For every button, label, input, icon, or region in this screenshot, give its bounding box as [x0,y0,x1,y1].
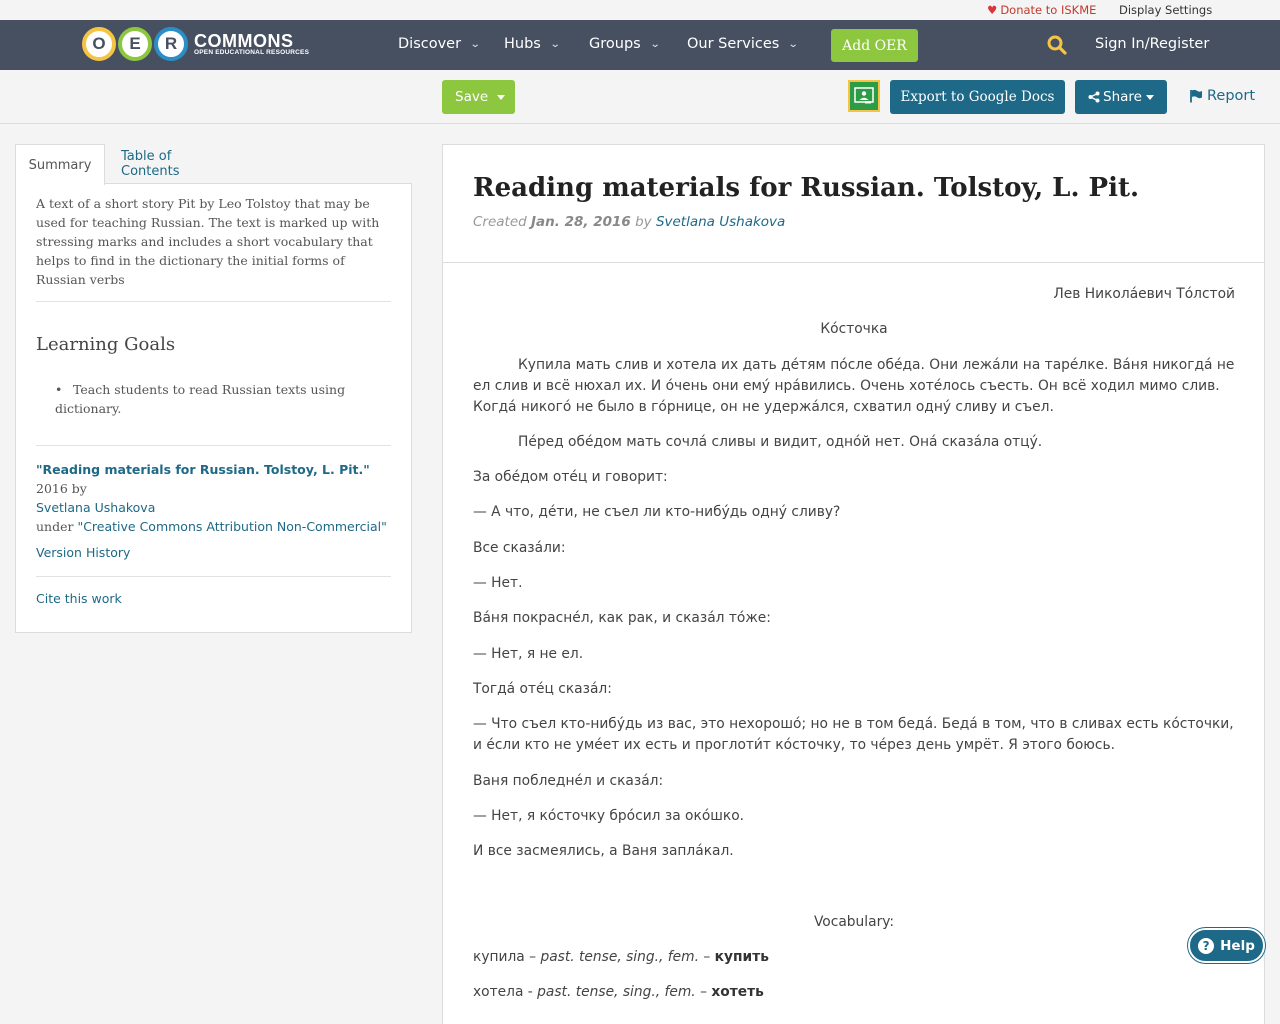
nav-discover[interactable]: Discover ⌄ [398,36,481,52]
save-button[interactable]: Save [442,80,515,114]
summary-panel: A text of a short story Pit by Leo Tolst… [15,183,412,633]
learning-goals-heading: Learning Goals [36,334,176,355]
story-paragraph: Ваня побледне́л и сказа́л: [473,773,664,789]
resource-content-panel: Reading materials for Russian. Tolstoy, … [442,144,1265,1024]
chevron-down-icon: ⌄ [649,38,661,50]
story-paragraph: И все засмеялись, а Ваня запла́кал. [473,843,734,859]
learning-goal-item: • Teach students to read Russian texts u… [55,382,346,416]
heart-icon: ♥ [987,3,998,17]
created-date: Jan. 28, 2016 [531,214,631,230]
sign-in-register-link[interactable]: Sign In/Register [1095,36,1209,52]
story-paragraph: — Что съел кто-нибу́дь из вас, это нехор… [473,716,1234,753]
story-author: Лев Никола́евич То́лстой [1053,286,1235,302]
chevron-down-icon: ⌄ [549,38,561,50]
story-paragraph: — Нет, я ко́сточку бро́сил за око́шко. [473,808,745,824]
caret-down-icon [497,94,506,100]
author-link[interactable]: Svetlana Ushakova [656,214,785,230]
report-link[interactable]: Report [1189,88,1255,104]
display-settings-link[interactable]: Display Settings [1119,3,1212,17]
google-classroom-icon[interactable] [848,80,880,112]
vocabulary-entry: хотела - past. tense, sing., fem. – хоте… [473,984,764,1000]
help-button[interactable]: ? Help [1188,928,1265,963]
page-title: Reading materials for Russian. Tolstoy, … [473,173,1140,203]
chevron-down-icon: ⌄ [788,38,799,50]
divider [36,445,391,446]
sidebar-tabs: Summary Table of Contents [15,144,412,185]
story-paragraph: Все сказа́ли: [473,540,566,556]
cite-this-work-link[interactable]: Cite this work [36,591,122,606]
resource-summary: A text of a short story Pit by Leo Tolst… [36,196,380,287]
logo-wordmark: COMMONS OPEN EDUCATIONAL RESOURCES [194,32,309,57]
divider [443,262,1264,263]
share-icon [1088,91,1100,103]
story-paragraph: — Нет, я не ел. [473,646,584,662]
logo-word: COMMONS [194,30,294,51]
donate-link[interactable]: ♥ Donate to ISKME [987,3,1096,17]
story-paragraph: — А что, де́ти, не съел ли кто-нибу́дь о… [473,504,841,520]
story-paragraph: Пе́ред обе́дом мать сочла́ сливы и видит… [518,434,1043,450]
export-google-docs-button[interactable]: Export to Google Docs [890,80,1065,114]
story-paragraph: Тогда́ оте́ц сказа́л: [473,681,612,697]
nav-hubs[interactable]: Hubs ⌄ [504,36,561,52]
nav-groups[interactable]: Groups ⌄ [589,36,661,52]
attribution-title-link[interactable]: "Reading materials for Russian. Tolstoy,… [36,462,370,477]
nav-our-services[interactable]: Our Services ⌄ [687,36,799,52]
tab-summary[interactable]: Summary [15,144,105,185]
version-history-link[interactable]: Version History [36,545,130,560]
license-link[interactable]: "Creative Commons Attribution Non-Commer… [77,519,386,534]
story-title: Ко́сточка [820,321,888,337]
flag-icon [1190,89,1202,103]
attribution: "Reading materials for Russian. Tolstoy,… [36,462,387,534]
story-paragraph: За обе́дом оте́ц и говорит: [473,469,668,485]
oer-commons-logo[interactable]: O E R COMMONS OPEN EDUCATIONAL RESOURCES [82,26,309,62]
caret-down-icon [1145,94,1154,100]
navbar: O E R COMMONS OPEN EDUCATIONAL RESOURCES… [0,20,1280,70]
logo-letter-e: E [118,27,152,61]
logo-letter-o: O [82,27,116,61]
vocabulary-entry: купила – past. tense, sing., fem. – купи… [473,949,769,965]
logo-letter-r: R [154,27,188,61]
divider [36,576,391,577]
classroom-glyph-icon [854,87,874,104]
story-paragraph: Ва́ня покрасне́л, как рак, и сказа́л то́… [473,610,771,626]
resource-toolbar: Save Export to Google Docs Share Report [0,70,1280,124]
bullet-icon: • [55,382,63,397]
share-button[interactable]: Share [1075,80,1167,114]
add-oer-button[interactable]: Add OER [831,29,918,62]
story-paragraph: — Нет. [473,575,523,591]
search-icon[interactable] [1047,35,1067,55]
vocabulary-heading: Vocabulary: [813,914,895,930]
chevron-down-icon: ⌄ [469,38,481,50]
logo-subtitle: OPEN EDUCATIONAL RESOURCES [194,48,310,56]
story-paragraph: Купила мать слив и хотела их дать де́тям… [473,357,1235,415]
question-icon: ? [1198,937,1215,954]
attribution-author-link[interactable]: Svetlana Ushakova [36,500,155,515]
created-meta: Created Jan. 28, 2016 by Svetlana Ushako… [473,214,786,230]
utility-bar: ♥ Donate to ISKME Display Settings [0,0,1280,20]
tab-table-of-contents[interactable]: Table of Contents [121,144,233,184]
divider [36,301,391,302]
